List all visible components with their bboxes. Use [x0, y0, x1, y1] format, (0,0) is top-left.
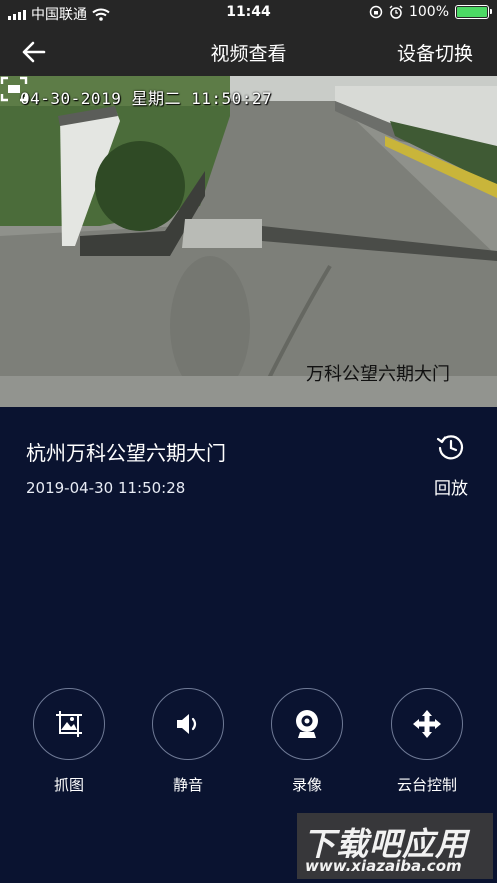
record-button[interactable]: 录像 [262, 688, 352, 795]
control-bar: 抓图 静音 录像 云台控制 [0, 688, 497, 798]
rotation-lock-icon [369, 5, 383, 19]
snapshot-icon [56, 711, 82, 737]
record-camera-icon [296, 710, 318, 738]
mute-button[interactable]: 静音 [143, 688, 233, 795]
volume-icon [177, 714, 197, 734]
battery-icon [455, 5, 492, 19]
watermark-logo: 下载吧应用 www.xiazaiba.com [297, 813, 493, 879]
snapshot-button[interactable]: 抓图 [24, 688, 114, 795]
status-right: 100% [369, 4, 492, 20]
battery-percent: 100% [408, 4, 449, 20]
camera-datetime: 2019-04-30 11:50:28 [26, 479, 186, 497]
device-switch-button[interactable]: 设备切换 [397, 39, 473, 66]
watermark-url: www.xiazaiba.com [305, 857, 462, 875]
camera-title: 杭州万科公望六期大门 [26, 441, 226, 465]
status-bar: 中国联通 11:44 100% [0, 0, 497, 26]
battery-fill [457, 7, 487, 17]
playback-button[interactable]: 回放 [426, 432, 476, 499]
video-timestamp-overlay: 04-30-2019 星期二 11:50:27 [20, 89, 273, 108]
record-circle [271, 688, 343, 760]
mute-circle [152, 688, 224, 760]
video-player[interactable]: 04-30-2019 星期二 11:50:27 万科公望六期大门 [0, 76, 497, 407]
history-icon [436, 435, 464, 460]
video-camera-name-overlay: 万科公望六期大门 [306, 364, 450, 385]
mute-label: 静音 [172, 776, 203, 794]
ptz-control-button[interactable]: 云台控制 [382, 688, 472, 795]
snapshot-label: 抓图 [53, 776, 84, 794]
nav-bar: 视频查看 设备切换 [0, 26, 497, 76]
ptz-circle [391, 688, 463, 760]
ptz-label: 云台控制 [396, 776, 457, 794]
alarm-icon [389, 5, 403, 19]
record-label: 录像 [291, 776, 322, 794]
fullscreen-icon[interactable] [0, 76, 28, 102]
ptz-arrows-icon [413, 710, 441, 738]
playback-label: 回放 [434, 479, 468, 499]
snapshot-circle [33, 688, 105, 760]
camera-feed-image [0, 76, 497, 407]
